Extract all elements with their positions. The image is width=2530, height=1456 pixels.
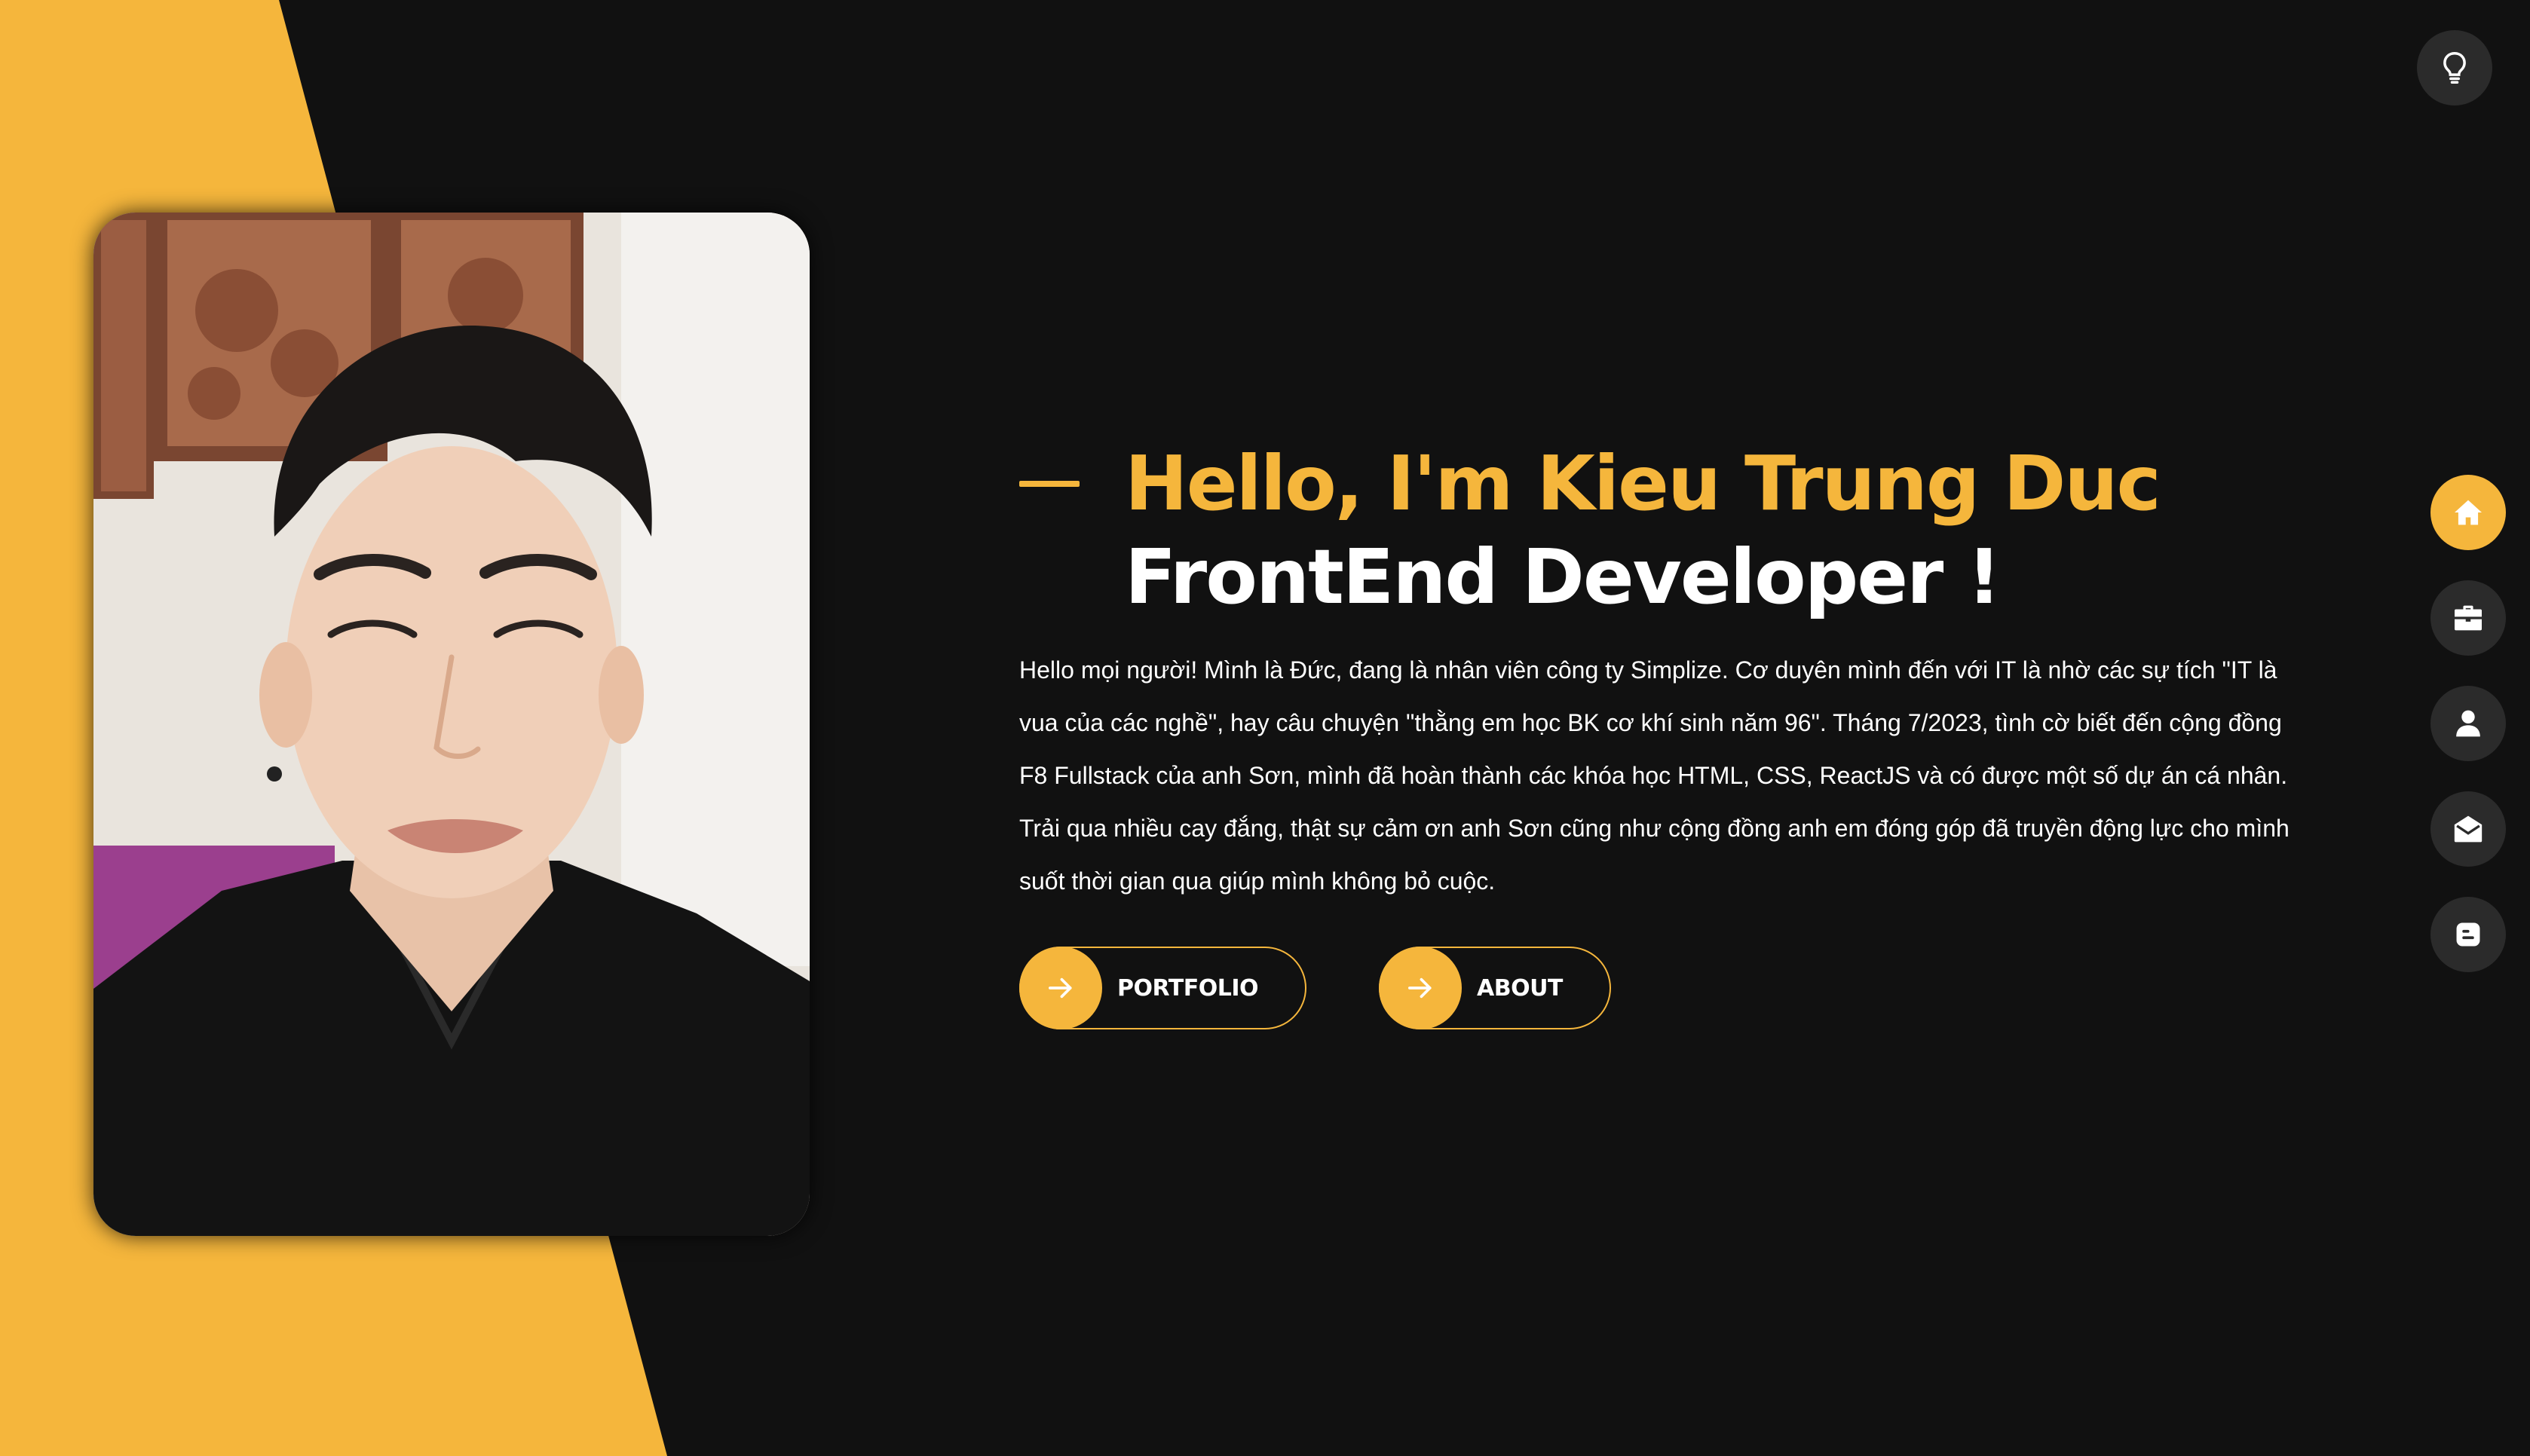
bio-paragraph: Hello mọi người! Mình là Đức, đang là nh… — [1019, 656, 2290, 895]
role-text: FrontEnd Developer ! — [1125, 533, 2002, 621]
hero-section: Hello, I'm Kieu Trung Duc FrontEnd Devel… — [1019, 437, 2316, 1029]
arrow-right-icon — [1407, 977, 1432, 999]
user-icon — [2456, 710, 2480, 737]
about-arrow-badge — [1378, 947, 1462, 1029]
hero-title: Hello, I'm Kieu Trung Duc FrontEnd Devel… — [1125, 437, 2316, 624]
nav-home-button[interactable] — [2430, 475, 2506, 550]
nav-portfolio-button[interactable] — [2430, 580, 2506, 656]
heading-dash — [1019, 481, 1080, 487]
about-button-label: ABOUT — [1476, 974, 1563, 1002]
about-button[interactable]: ABOUT — [1378, 947, 1611, 1029]
home-page: Hello, I'm Kieu Trung Duc FrontEnd Devel… — [0, 0, 2530, 1456]
lightbulb-icon — [2443, 51, 2466, 84]
theme-toggle-button[interactable] — [2417, 30, 2492, 106]
hero-heading: Hello, I'm Kieu Trung Duc FrontEnd Devel… — [1019, 437, 2316, 624]
greeting-text: Hello, I'm Kieu Trung Duc — [1125, 439, 2161, 528]
portfolio-arrow-badge — [1019, 947, 1102, 1029]
blogger-icon — [2456, 922, 2480, 947]
portfolio-button-label: PORTFOLIO — [1117, 974, 1258, 1002]
side-navigation — [2430, 475, 2506, 972]
nav-blog-button[interactable] — [2430, 897, 2506, 972]
portfolio-button[interactable]: PORTFOLIO — [1019, 947, 1306, 1029]
home-icon — [2455, 500, 2482, 525]
envelope-open-icon — [2454, 815, 2483, 843]
briefcase-icon — [2455, 605, 2482, 631]
cta-buttons: PORTFOLIO ABOUT — [1019, 947, 2316, 1029]
profile-photo — [93, 213, 810, 1236]
nav-about-button[interactable] — [2430, 686, 2506, 761]
nav-contact-button[interactable] — [2430, 791, 2506, 867]
arrow-right-icon — [1048, 977, 1072, 999]
